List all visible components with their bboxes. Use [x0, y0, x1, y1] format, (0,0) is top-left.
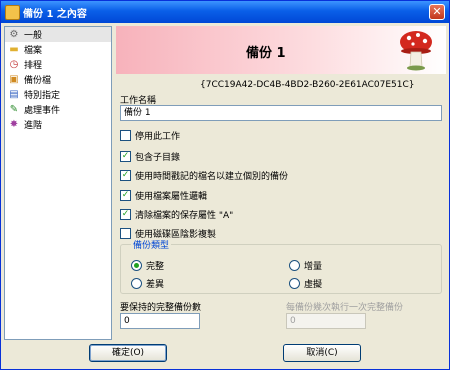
radio-button[interactable] [289, 278, 300, 289]
sidebar-item-label: 特別指定 [24, 91, 61, 101]
properties-dialog: 備份 1 之內容 ✕ ⚙ 一般 ▬ 檔案 ◷ 排程 ▣ 備份檔 ▤ 特別指定 ✎… [0, 0, 450, 370]
keep-full-label: 要保持的完整備份數 [120, 303, 202, 313]
radio-incremental[interactable]: 增量 [289, 259, 322, 272]
checkbox[interactable]: ✓ [120, 170, 131, 181]
sidebar-item-general[interactable]: ⚙ 一般 [5, 27, 111, 42]
advanced-icon: ✸ [9, 118, 19, 130]
checkbox-label: 使用檔案屬性邏輯 [135, 192, 208, 202]
sidebar-item-label: 一般 [24, 31, 43, 41]
option-disable-job[interactable]: 停用此工作 [120, 129, 180, 142]
sidebar-item-label: 進階 [24, 121, 43, 131]
radio-differential[interactable]: 差異 [131, 277, 164, 290]
checkbox-label: 包含子目錄 [135, 153, 181, 163]
sidebar: ⚙ 一般 ▬ 檔案 ◷ 排程 ▣ 備份檔 ▤ 特別指定 ✎ 處理事件 ✸ 進階 [4, 26, 112, 340]
window-title: 備份 1 之內容 [23, 9, 87, 20]
page-header: 備份 1 [116, 26, 446, 74]
full-every-label: 每備份幾次執行一次完整備份 [286, 303, 404, 313]
option-include-subdirs[interactable]: ✓ 包含子目錄 [120, 150, 180, 163]
job-name-input[interactable]: 備份 1 [120, 105, 442, 121]
option-file-attribute-logic[interactable]: ✓ 使用檔案屬性邏輯 [120, 189, 207, 202]
option-clear-archive-attribute[interactable]: ✓ 清除檔案的保存屬性 "A" [120, 208, 233, 221]
sidebar-item-schedule[interactable]: ◷ 排程 [5, 57, 111, 72]
radio-button[interactable] [131, 278, 142, 289]
radio-button[interactable] [131, 260, 142, 271]
checkbox[interactable]: ✓ [120, 190, 131, 201]
close-icon: ✕ [432, 5, 442, 18]
radio-dummy[interactable]: 虛擬 [289, 277, 322, 290]
radio-label: 增量 [304, 262, 323, 272]
backup-type-group: 備份類型 完整 增量 差異 虛擬 [120, 238, 442, 294]
archive-icon: ▣ [9, 73, 19, 85]
checkbox-label: 清除檔案的保存屬性 "A" [135, 211, 234, 221]
sidebar-item-label: 排程 [24, 61, 43, 71]
checkbox-label: 使用時間戳記的檔名以建立個別的備份 [135, 172, 289, 182]
option-timestamp-filenames[interactable]: ✓ 使用時間戳記的檔名以建立個別的備份 [120, 169, 288, 182]
checkbox-label: 停用此工作 [135, 132, 181, 142]
job-guid: {7CC19A42-DC4B-4BD2-B260-2E61AC07E51C} [200, 80, 415, 90]
sidebar-item-archive[interactable]: ▣ 備份檔 [5, 72, 111, 87]
radio-button[interactable] [289, 260, 300, 271]
keep-full-input[interactable]: 0 [120, 313, 200, 329]
sidebar-item-files[interactable]: ▬ 檔案 [5, 42, 111, 57]
page-title: 備份 1 [246, 46, 286, 61]
sidebar-item-filters[interactable]: ▤ 特別指定 [5, 87, 111, 102]
backup-type-title: 備份類型 [131, 238, 172, 251]
clock-icon: ◷ [9, 58, 19, 70]
checkbox[interactable] [120, 228, 131, 239]
sidebar-item-label: 檔案 [24, 46, 43, 56]
ok-button[interactable]: 確定(O) [89, 344, 167, 362]
checkbox[interactable]: ✓ [120, 151, 131, 162]
radio-label: 差異 [146, 280, 165, 290]
app-icon [5, 5, 20, 20]
radio-full[interactable]: 完整 [131, 259, 164, 272]
radio-label: 完整 [146, 262, 165, 272]
filter-icon: ▤ [9, 88, 19, 100]
event-icon: ✎ [9, 103, 19, 115]
mushroom-icon [400, 31, 432, 71]
sidebar-item-events[interactable]: ✎ 處理事件 [5, 102, 111, 117]
close-button[interactable]: ✕ [429, 4, 445, 20]
radio-label: 虛擬 [304, 280, 323, 290]
checkbox[interactable]: ✓ [120, 209, 131, 220]
sidebar-item-label: 備份檔 [24, 76, 52, 86]
gear-icon: ⚙ [9, 28, 19, 40]
sidebar-item-advanced[interactable]: ✸ 進階 [5, 117, 111, 132]
title-bar[interactable]: 備份 1 之內容 ✕ [1, 1, 449, 23]
folder-icon: ▬ [9, 43, 19, 55]
main-panel: 備份 1 {7CC19A42-DC4B-4BD2-B260-2E61AC07E5… [116, 26, 446, 340]
checkbox[interactable] [120, 130, 131, 141]
cancel-button[interactable]: 取消(C) [283, 344, 361, 362]
full-every-input[interactable]: 0 [286, 313, 366, 329]
sidebar-item-label: 處理事件 [24, 106, 61, 116]
